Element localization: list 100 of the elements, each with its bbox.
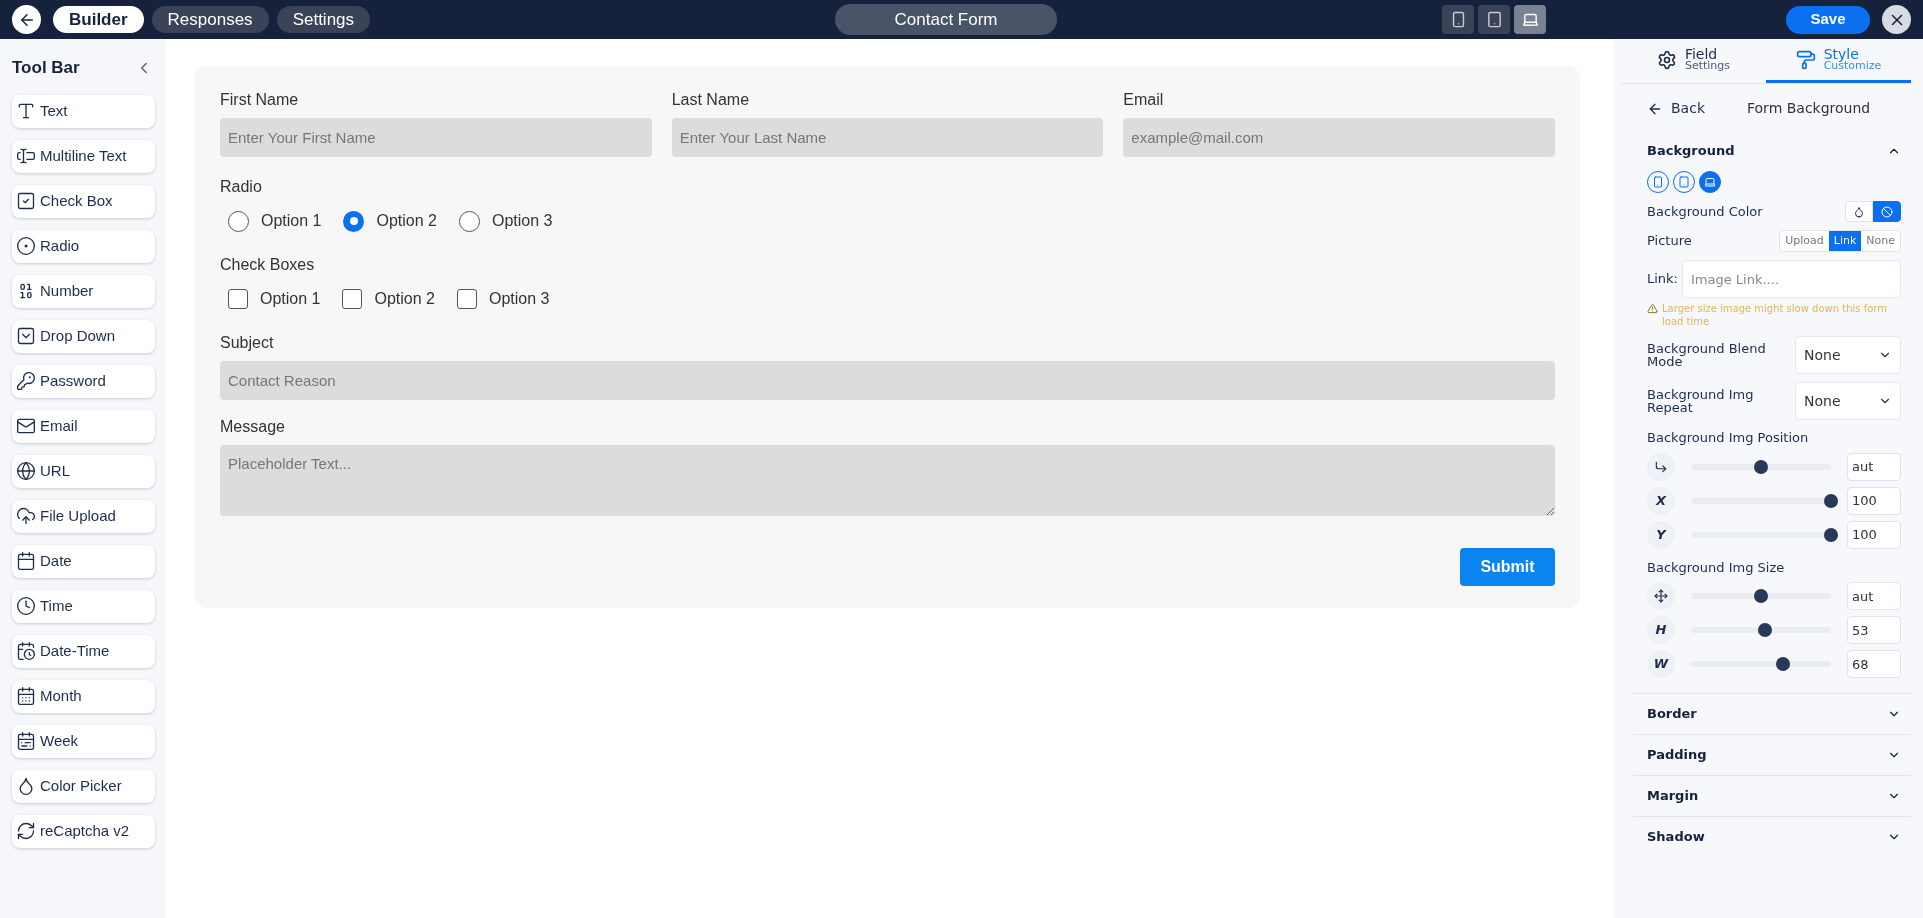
submit-button[interactable]: Submit: [1460, 548, 1555, 586]
color-mode-button[interactable]: [1873, 201, 1901, 222]
slider-thumb[interactable]: [1824, 493, 1838, 508]
setting-label: Background Img Repeat: [1647, 388, 1755, 414]
envelope-icon: [16, 416, 36, 436]
calendar-clock-icon: [16, 641, 36, 661]
device-button[interactable]: [1442, 5, 1474, 34]
tool-item[interactable]: Password: [12, 364, 155, 398]
tool-item[interactable]: Check Box: [12, 184, 155, 218]
link-field[interactable]: Image Link....: [1682, 260, 1901, 298]
tool-item[interactable]: Week: [12, 724, 155, 758]
device-button[interactable]: [1478, 5, 1510, 34]
tool-item[interactable]: Month: [12, 679, 155, 713]
radio-button[interactable]: [343, 210, 365, 232]
tool-item[interactable]: Time: [12, 589, 155, 623]
checkbox-icon: [16, 191, 36, 211]
slider-thumb[interactable]: [1824, 527, 1838, 542]
section-header[interactable]: Margin: [1647, 776, 1901, 816]
section-header[interactable]: Background: [1647, 131, 1901, 171]
tool-item[interactable]: File Upload: [12, 499, 155, 533]
device-button[interactable]: [1514, 5, 1546, 34]
droplet-icon: [1853, 205, 1865, 218]
tablet-icon: [1678, 176, 1690, 188]
close-button[interactable]: [1882, 5, 1911, 34]
none-icon: [1881, 205, 1893, 218]
section-header[interactable]: Padding: [1647, 735, 1901, 775]
radio-button[interactable]: [228, 210, 249, 232]
tool-item[interactable]: Color Picker: [12, 769, 155, 803]
nav-tab[interactable]: Settings: [276, 6, 371, 33]
nav-tab[interactable]: Builder: [53, 6, 144, 33]
tablet-icon: [1485, 11, 1503, 28]
text-field[interactable]: Contact Reason: [220, 361, 1555, 400]
select-field[interactable]: None: [1795, 382, 1901, 420]
tool-item[interactable]: Number: [12, 274, 155, 308]
field-label: Email: [1123, 90, 1165, 110]
back-link[interactable]: Back: [1647, 98, 1705, 119]
value-field[interactable]: 100: [1847, 520, 1901, 549]
tool-item[interactable]: Drop Down: [12, 319, 155, 353]
value-field[interactable]: 68: [1847, 650, 1901, 678]
panel-tab[interactable]: Field Settings: [1621, 39, 1766, 83]
section-header[interactable]: Shadow: [1647, 817, 1901, 857]
tool-item[interactable]: Email: [12, 409, 155, 443]
upload-icon: [16, 506, 36, 526]
phone-icon: [1652, 176, 1664, 188]
tool-item[interactable]: Multiline Text: [12, 139, 155, 173]
radio-icon: [16, 236, 36, 256]
tool-item[interactable]: Text: [12, 94, 155, 128]
tool-item[interactable]: Date-Time: [12, 634, 155, 668]
setting-label: Background Color: [1647, 202, 1763, 221]
option-label: Option 2: [374, 289, 435, 309]
slider-thumb[interactable]: [1776, 657, 1791, 671]
field-label: Radio: [220, 177, 263, 197]
text-field[interactable]: Enter Your Last Name: [671, 118, 1104, 157]
setting-label: Background Blend Mode: [1647, 342, 1767, 368]
device-button[interactable]: [1699, 171, 1721, 193]
option-label: Option 3: [488, 289, 550, 309]
slider-thumb[interactable]: [1758, 623, 1773, 637]
globe-icon: [16, 461, 36, 481]
key-icon: [16, 371, 36, 391]
paint-roller-icon: [1795, 49, 1816, 70]
laptop-icon: [1704, 176, 1716, 188]
value-field[interactable]: 53: [1847, 616, 1901, 644]
checkbox[interactable]: [228, 289, 248, 309]
text-field[interactable]: Enter Your First Name: [220, 118, 652, 157]
panel-title: Tool Bar: [12, 57, 80, 79]
tool-item[interactable]: reCaptcha v2: [12, 814, 155, 848]
corner-icon: [1654, 459, 1668, 474]
checkbox[interactable]: [456, 289, 477, 309]
setting-label: Background Img Size: [1647, 558, 1786, 577]
dropdown-icon: [16, 326, 36, 346]
field-label: Check Boxes: [220, 255, 316, 275]
save-button[interactable]: Save: [1786, 5, 1870, 34]
segment-button[interactable]: Upload: [1780, 231, 1829, 251]
message-field[interactable]: Placeholder Text...: [220, 445, 1555, 516]
tool-item[interactable]: Radio: [12, 229, 155, 263]
select-field[interactable]: None: [1795, 336, 1901, 374]
nav-tab[interactable]: Responses: [151, 6, 269, 33]
field-label: Message: [220, 417, 286, 437]
section-header[interactable]: Border: [1647, 694, 1901, 734]
form-title-field[interactable]: Contact Form: [835, 4, 1058, 35]
checkbox[interactable]: [342, 289, 363, 309]
text-field[interactable]: example@mail.com: [1123, 118, 1555, 157]
value-field[interactable]: aut: [1847, 452, 1901, 481]
segment-button[interactable]: None: [1861, 231, 1900, 251]
warning-icon: [1647, 303, 1658, 314]
tool-item[interactable]: URL: [12, 454, 155, 488]
value-field[interactable]: aut: [1847, 582, 1901, 610]
calendar-icon: [16, 686, 36, 706]
option-label: Option 3: [491, 211, 553, 231]
segment-button[interactable]: Link: [1828, 231, 1862, 251]
panel-tab[interactable]: Style Customize: [1766, 39, 1911, 83]
option-label: Option 1: [260, 289, 321, 309]
radio-button[interactable]: [458, 210, 480, 232]
tool-item[interactable]: Date: [12, 544, 155, 578]
slider-thumb[interactable]: [1754, 589, 1768, 603]
refresh-icon: [16, 821, 36, 841]
back-button[interactable]: [12, 5, 41, 34]
slider-thumb[interactable]: [1754, 459, 1768, 474]
value-field[interactable]: 100: [1847, 486, 1901, 515]
calendar-icon: [16, 731, 36, 751]
